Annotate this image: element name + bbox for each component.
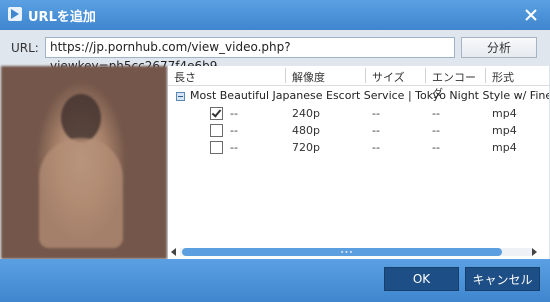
cell-resolution: 240p — [292, 107, 320, 120]
checkbox-icon[interactable] — [210, 141, 223, 154]
url-row: URL: https://jp.pornhub.com/view_video.p… — [0, 30, 550, 73]
ok-button[interactable]: OK — [384, 267, 459, 291]
cell-size: -- — [372, 141, 380, 154]
cell-format: mp4 — [492, 107, 517, 120]
cell-encoder: -- — [432, 141, 440, 154]
add-url-dialog: URLを追加 URL: https://jp.pornhub.com/view_… — [0, 0, 550, 302]
dialog-footer: OK キャンセル — [0, 259, 550, 302]
cell-resolution: 480p — [292, 124, 320, 137]
column-length[interactable]: 長さ — [174, 69, 196, 85]
cell-length: -- — [230, 124, 238, 137]
close-icon[interactable] — [522, 6, 540, 24]
column-size[interactable]: サイズ — [372, 69, 405, 85]
cell-format: mp4 — [492, 124, 517, 137]
scroll-left-icon[interactable] — [171, 248, 176, 256]
cancel-button[interactable]: キャンセル — [465, 267, 540, 291]
table-row[interactable]: -- 720p -- -- mp4 — [168, 140, 549, 156]
cell-format: mp4 — [492, 141, 517, 154]
cell-length: -- — [230, 107, 238, 120]
collapse-icon[interactable] — [176, 92, 185, 101]
table-row[interactable]: -- 480p -- -- mp4 — [168, 123, 549, 139]
checkbox-icon[interactable] — [210, 107, 223, 120]
cell-size: -- — [372, 124, 380, 137]
grip-icon: ∙∙∙ — [340, 248, 354, 256]
app-logo-icon — [8, 7, 22, 21]
checkbox-icon[interactable] — [210, 124, 223, 137]
video-title: Most Beautiful Japanese Escort Service |… — [190, 89, 549, 102]
column-resolution[interactable]: 解像度 — [292, 69, 325, 85]
analyze-button[interactable]: 分析 — [461, 37, 537, 58]
scroll-right-icon[interactable] — [532, 248, 537, 256]
cell-encoder: -- — [432, 107, 440, 120]
scroll-thumb[interactable]: ∙∙∙ — [182, 248, 502, 256]
video-group-row[interactable]: Most Beautiful Japanese Escort Service |… — [168, 88, 549, 104]
url-input[interactable]: https://jp.pornhub.com/view_video.php?vi… — [45, 37, 455, 73]
cell-size: -- — [372, 107, 380, 120]
horizontal-scrollbar[interactable]: ∙∙∙ — [168, 246, 549, 258]
video-thumbnail — [1, 66, 167, 259]
format-table: 長さ 解像度 サイズ エンコーダ 形式 Most Beautiful Japan… — [168, 66, 549, 259]
cell-length: -- — [230, 141, 238, 154]
table-header: 長さ 解像度 サイズ エンコーダ 形式 — [168, 66, 549, 100]
title-bar: URLを追加 — [0, 0, 550, 30]
url-label: URL: — [11, 41, 39, 55]
cell-encoder: -- — [432, 124, 440, 137]
dialog-title: URLを追加 — [28, 10, 96, 25]
table-row[interactable]: -- 240p -- -- mp4 — [168, 106, 549, 122]
cell-resolution: 720p — [292, 141, 320, 154]
column-format[interactable]: 形式 — [492, 69, 514, 85]
